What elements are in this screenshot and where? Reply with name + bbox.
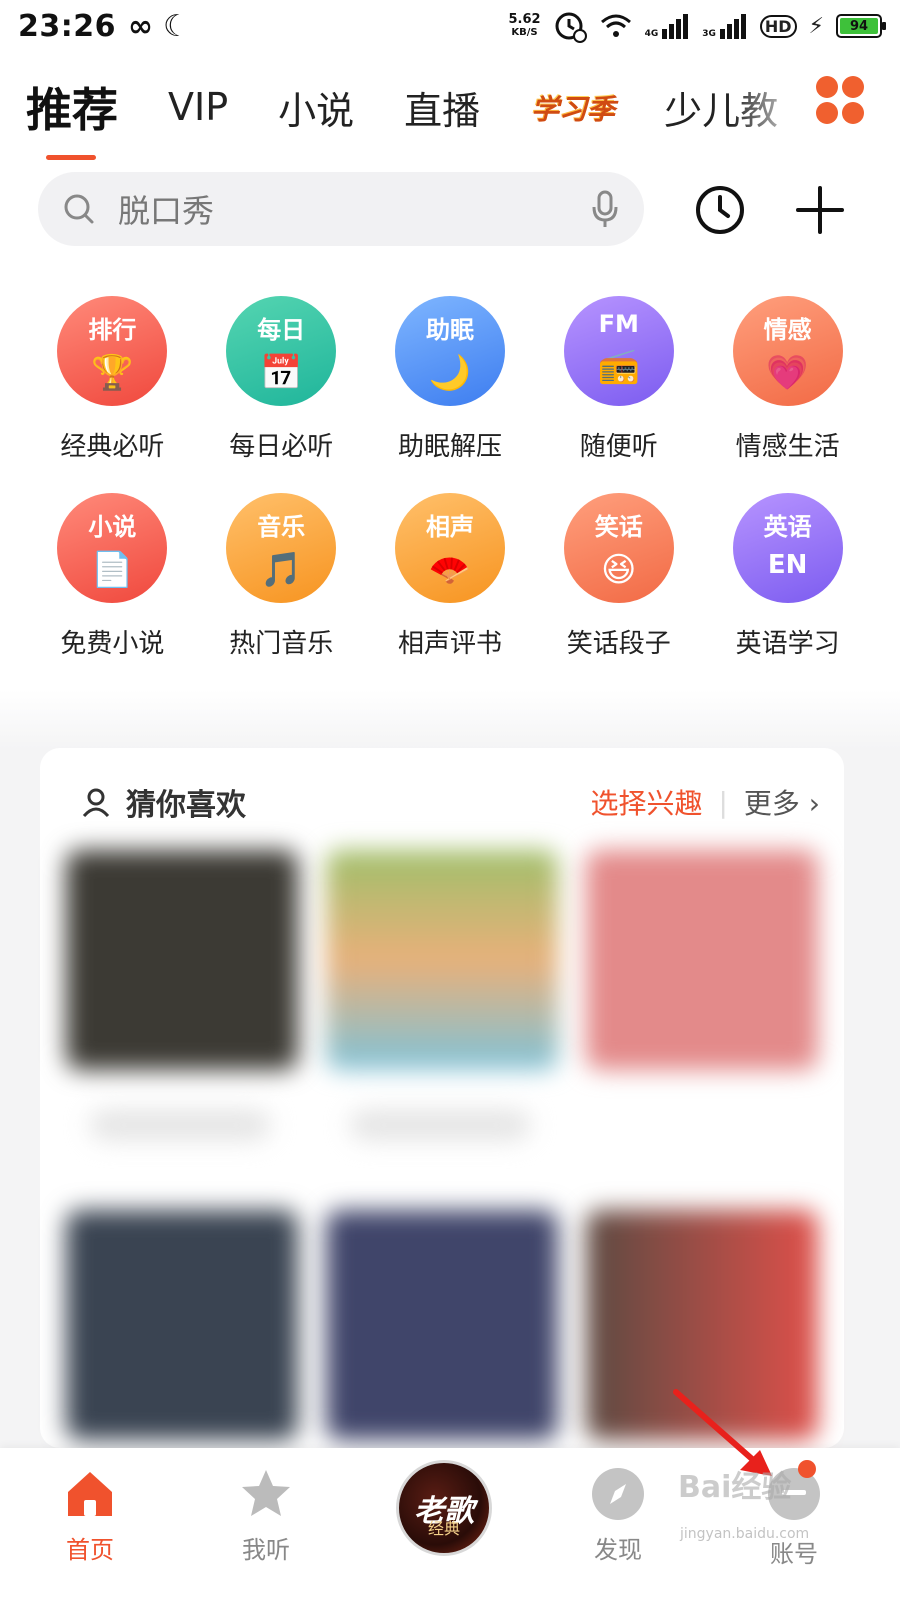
category-item[interactable]: 音乐 🎵 热门音乐 (197, 493, 366, 660)
category-label: 免费小说 (60, 629, 165, 659)
history-clock-icon[interactable] (692, 182, 748, 238)
user-icon (82, 788, 110, 818)
category-label: 相声评书 (397, 629, 502, 659)
status-time: 23:26 (18, 8, 116, 44)
category-icon: 音乐 🎵 (226, 493, 337, 603)
category-icon: 相声 🪭 (394, 493, 505, 603)
category-icon: 每日 📅 (226, 296, 337, 406)
category-symbol-icon: 🌙 (428, 353, 472, 393)
net-speed: 5.62 KB/S (508, 12, 541, 38)
search-icon (64, 194, 94, 224)
feed-item-5[interactable] (326, 1210, 558, 1440)
category-item[interactable]: 排行 🏆 经典必听 (28, 296, 197, 463)
category-symbol-icon: 😆 (601, 550, 637, 590)
feed-item-4[interactable] (66, 1210, 298, 1440)
category-icon: 排行 🏆 (57, 296, 168, 406)
category-item[interactable]: 助眠 🌙 助眠解压 (366, 296, 535, 463)
category-icon: 情感 💗 (732, 296, 843, 406)
status-bar: 23:26 ∞ ☾ 5.62 KB/S 4G 3G HD ⚡ 94 (0, 0, 900, 52)
more-link[interactable]: 更多 › (744, 782, 820, 822)
category-icon: 英语 EN (732, 493, 843, 603)
wifi-icon (600, 14, 631, 37)
category-label: 热门音乐 (229, 629, 334, 659)
category-label: 英语学习 (735, 629, 840, 659)
category-symbol-icon: EN (767, 550, 808, 580)
tab-live[interactable]: 直播 (404, 80, 480, 135)
category-item[interactable]: 小说 📄 免费小说 (28, 493, 197, 660)
category-item[interactable]: 情感 💗 情感生活 (703, 296, 872, 463)
star-icon (242, 1470, 290, 1516)
category-icon: 小说 📄 (57, 493, 168, 603)
category-label: 助眠解压 (397, 432, 502, 462)
category-icon: 笑话 😆 (563, 493, 674, 603)
category-symbol-icon: 📅 (260, 353, 303, 393)
search-input[interactable]: 脱口秀 (38, 172, 644, 246)
watermark: Bai经验 (678, 1470, 792, 1505)
tab-novel[interactable]: 小说 (278, 80, 354, 135)
category-grid: 排行 🏆 经典必听 每日 📅 每日必听 助眠 🌙 助眠解压 FM 📻 随便听 情感 💗 情感生活小说 📄 免费小… (28, 296, 872, 660)
feed-item-1[interactable] (66, 850, 298, 1070)
feed-item-3[interactable] (586, 850, 818, 1070)
tab-recommend[interactable]: 推荐 (26, 74, 118, 160)
feed-item-2[interactable] (326, 850, 558, 1070)
now-playing-disc[interactable]: 老歌 经典 (396, 1460, 492, 1556)
choose-interest-link[interactable]: 选择兴趣 (590, 782, 702, 822)
category-symbol-icon: 🪭 (428, 550, 472, 590)
category-symbol-icon: 🎵 (260, 550, 303, 590)
category-label: 经典必听 (60, 432, 165, 462)
add-icon[interactable] (792, 182, 848, 238)
search-placeholder: 脱口秀 (118, 192, 215, 230)
alarm-icon (555, 12, 587, 43)
notification-dot (798, 1460, 816, 1478)
category-label: 每日必听 (229, 432, 334, 462)
microphone-icon[interactable] (590, 189, 620, 229)
category-icon: FM 📻 (563, 296, 674, 406)
battery-icon: 94 (836, 14, 886, 38)
category-item[interactable]: 每日 📅 每日必听 (197, 296, 366, 463)
charging-icon: ⚡ (808, 13, 824, 39)
infinity-icon: ∞ (128, 8, 153, 44)
home-icon (68, 1472, 112, 1516)
nav-listen[interactable]: 我听 (196, 1466, 336, 1565)
category-label: 随便听 (579, 432, 658, 462)
category-symbol-icon: 💗 (766, 353, 809, 393)
category-item[interactable]: 英语 EN 英语学习 (703, 493, 872, 660)
category-grid-menu-icon[interactable] (816, 76, 864, 124)
tab-vip[interactable]: VIP (168, 85, 228, 129)
category-icon: 助眠 🌙 (394, 296, 505, 406)
tab-study-season[interactable]: 学习季 (530, 87, 614, 127)
feed-header: 猜你喜欢 选择兴趣 | 更多 › (80, 778, 820, 826)
signal-icon-1: 4G (645, 13, 691, 39)
category-item[interactable]: 相声 🪭 相声评书 (366, 493, 535, 660)
signal-icon-2: 3G (702, 13, 748, 39)
watermark-url: jingyan.baidu.com (680, 1526, 810, 1542)
category-symbol-icon: 🏆 (91, 353, 134, 393)
hd-icon: HD (759, 14, 797, 38)
feed-title: 猜你喜欢 (126, 788, 246, 823)
nav-home[interactable]: 首页 (20, 1466, 160, 1565)
category-label: 笑话段子 (566, 629, 671, 659)
category-symbol-icon: 📻 (597, 346, 640, 386)
category-symbol-icon: 📄 (91, 550, 134, 590)
category-item[interactable]: FM 📻 随便听 (534, 296, 703, 463)
category-label: 情感生活 (735, 432, 840, 462)
category-item[interactable]: 笑话 😆 笑话段子 (534, 493, 703, 660)
moon-icon: ☾ (163, 8, 190, 44)
compass-icon (592, 1468, 644, 1520)
